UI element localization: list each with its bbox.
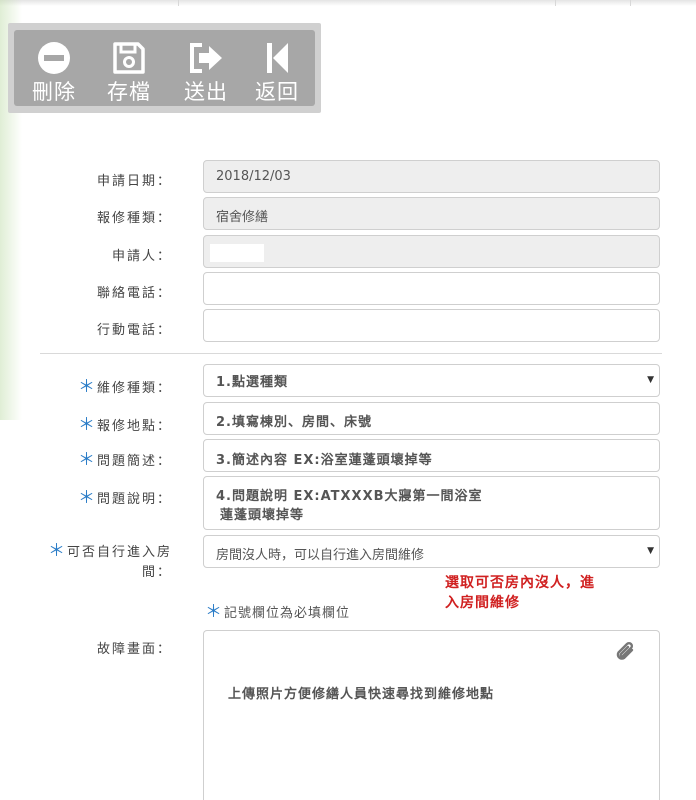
problem-detail-textarea[interactable]: 4.問題說明 EX:ATXXXB大寢第一間浴室 蓮蓬頭壞掉等 <box>203 476 660 530</box>
repair-location-label: ＊報修地點： <box>78 410 172 435</box>
applicant-field <box>203 235 660 268</box>
repair-category-field: 宿舍修繕 <box>203 197 660 230</box>
repair-location-label-text: 報修地點： <box>96 419 172 434</box>
caret-down-icon: ▼ <box>647 546 654 556</box>
delete-button[interactable]: 刪除 <box>19 30 89 106</box>
save-button[interactable]: 存檔 <box>94 30 164 106</box>
contact-phone-input[interactable] <box>203 272 660 305</box>
toolbar: 刪除 存檔 送出 返回 <box>14 30 315 106</box>
toolbar-panel: 刪除 存檔 送出 返回 <box>8 23 321 113</box>
repair-category-label: 報修種類： <box>96 211 172 226</box>
room-entry-select[interactable]: 房間沒人時，可以自行進入房間維修 ▼ <box>203 535 660 568</box>
problem-detail-value-line2: 蓮蓬頭壞掉等 <box>220 508 305 523</box>
top-divider <box>555 0 556 6</box>
repair-location-value: 2.填寫棟別、房間、床號 <box>216 415 372 430</box>
repair-type-select[interactable]: 1.點選種類 ▼ <box>203 364 660 397</box>
room-entry-label-line2: 間： <box>141 565 172 580</box>
save-label: 存檔 <box>107 80 151 104</box>
floppy-disk-icon <box>94 40 164 76</box>
room-entry-note: 選取可否房內沒人，進 入房間維修 <box>445 573 595 613</box>
room-entry-label-text: 可否自行進入房 <box>66 545 172 560</box>
top-divider <box>178 0 179 6</box>
back-button[interactable]: 返回 <box>242 30 312 106</box>
problem-summary-value: 3.簡述內容 EX:浴室蓮蓬頭壞掉等 <box>216 453 433 468</box>
delete-label: 刪除 <box>32 80 76 104</box>
apply-date-label: 申請日期： <box>96 174 172 189</box>
repair-category-value: 宿舍修繕 <box>216 210 269 225</box>
submit-label: 送出 <box>184 80 228 104</box>
contact-phone-label: 聯絡電話： <box>96 286 172 301</box>
repair-type-label: ＊維修種類： <box>78 372 172 397</box>
required-marker: ＊ <box>77 488 95 508</box>
problem-detail-label-text: 問題說明： <box>96 492 172 507</box>
required-hint: ＊記號欄位為必填欄位 <box>205 597 350 622</box>
apply-date-value: 2018/12/03 <box>216 169 291 184</box>
apply-date-field: 2018/12/03 <box>203 160 660 193</box>
top-divider <box>630 0 631 6</box>
repair-type-value: 1.點選種類 <box>216 375 288 390</box>
problem-detail-value-line1: 4.問題說明 EX:ATXXXB大寢第一間浴室 <box>216 489 483 504</box>
problem-summary-label-text: 問題簡述： <box>96 454 172 469</box>
problem-summary-input[interactable]: 3.簡述內容 EX:浴室蓮蓬頭壞掉等 <box>203 439 660 472</box>
fault-photo-dropzone[interactable]: 上傳照片方便修繕人員快速尋找到維修地點 <box>203 630 660 800</box>
room-entry-note-line2: 入房間維修 <box>445 595 520 611</box>
room-entry-value: 房間沒人時，可以自行進入房間維修 <box>216 548 425 563</box>
required-marker: ＊ <box>77 415 95 435</box>
room-entry-label-line1: ＊可否自行進入房 <box>48 541 172 563</box>
required-hint-text: 記號欄位為必填欄位 <box>224 606 351 621</box>
minus-circle-icon <box>19 40 89 76</box>
sign-out-arrow-icon <box>171 40 241 76</box>
room-entry-label: ＊可否自行進入房 間： <box>48 541 172 583</box>
redacted-name <box>210 244 264 262</box>
required-marker: ＊ <box>77 377 95 397</box>
submit-button[interactable]: 送出 <box>171 30 241 106</box>
fault-photo-note: 上傳照片方便修繕人員快速尋找到維修地點 <box>228 687 495 702</box>
repair-location-input[interactable]: 2.填寫棟別、房間、床號 <box>203 402 660 435</box>
mobile-phone-label: 行動電話： <box>96 323 172 338</box>
room-entry-note-line1: 選取可否房內沒人，進 <box>445 575 595 591</box>
required-marker: ＊ <box>77 450 95 470</box>
required-marker: ＊ <box>47 541 65 561</box>
back-label: 返回 <box>255 80 299 104</box>
problem-detail-label: ＊問題說明： <box>78 483 172 508</box>
problem-summary-label: ＊問題簡述： <box>78 445 172 470</box>
paperclip-icon[interactable] <box>615 641 637 669</box>
applicant-label: 申請人： <box>111 249 172 264</box>
section-divider <box>40 353 662 354</box>
fault-photo-label: 故障畫面： <box>96 642 172 657</box>
top-border <box>0 0 696 6</box>
repair-type-label-text: 維修種類： <box>96 381 172 396</box>
skip-back-icon <box>242 40 312 76</box>
required-marker: ＊ <box>205 602 222 622</box>
mobile-phone-input[interactable] <box>203 309 660 342</box>
caret-down-icon: ▼ <box>647 375 654 385</box>
